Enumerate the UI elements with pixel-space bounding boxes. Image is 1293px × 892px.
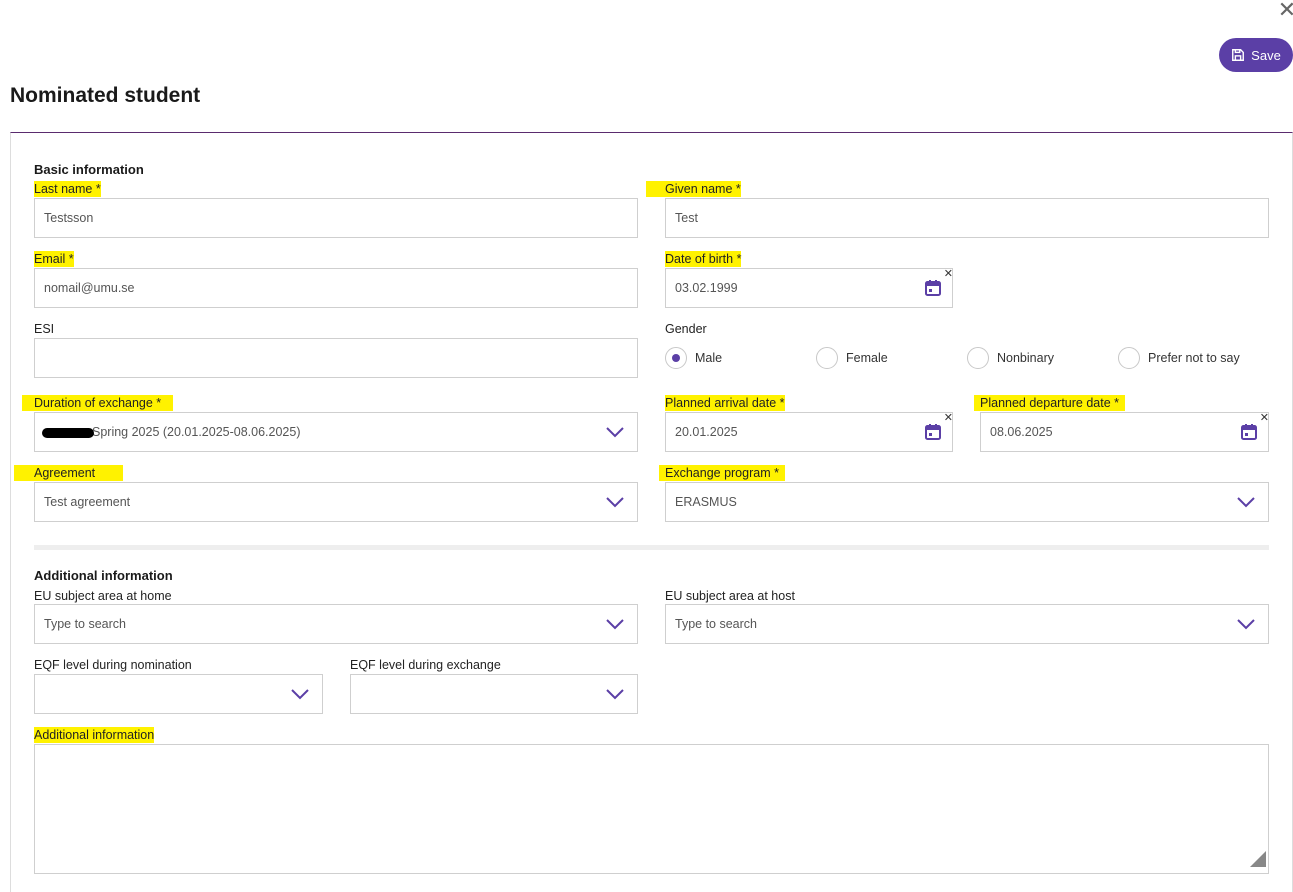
arrival-value: 20.01.2025 [675,425,738,439]
floppy-disk-icon [1232,49,1245,61]
gender-label: Gender [665,322,707,336]
section-title-additional: Additional information [34,568,173,583]
dob-label-text: Date of birth * [665,251,742,267]
departure-label-text: Planned departure date * [974,395,1125,411]
subject-home-label: EU subject area at home [34,589,172,603]
esi-label: ESI [34,322,55,336]
resize-handle-icon[interactable] [1250,851,1266,867]
redaction-mark [42,428,94,438]
additional-info-textarea[interactable] [34,744,1269,874]
subject-host-placeholder: Type to search [675,617,757,631]
page-title: Nominated student [10,84,201,107]
last-name-label: Last name * [34,181,101,197]
program-label: Exchange program * [659,465,785,481]
gender-option-label: Female [846,351,888,365]
departure-date-input[interactable]: 08.06.2025 ✕ [980,412,1269,452]
dob-input[interactable]: 03.02.1999 ✕ [665,268,953,308]
arrival-date-input[interactable]: 20.01.2025 ✕ [665,412,953,452]
chevron-down-icon[interactable] [605,425,625,439]
program-value: ERASMUS [675,495,737,509]
arrival-label-text: Planned arrival date * [665,395,785,411]
eqf-exchange-label: EQF level during exchange [350,658,501,672]
duration-label: Duration of exchange * [22,395,174,411]
radio-button[interactable] [665,347,687,369]
subject-host-label: EU subject area at host [665,589,795,603]
agreement-value: Test agreement [44,495,131,509]
dob-label: Date of birth * [665,251,742,267]
calendar-icon[interactable] [1240,423,1258,441]
given-name-input[interactable]: Test [665,198,1269,238]
save-button-label: Save [1251,47,1281,63]
clear-icon[interactable]: ✕ [944,413,953,424]
given-name-label-text: Given name * [646,181,741,197]
duration-select[interactable]: Spring 2025 (20.01.2025-08.06.2025) [34,412,638,452]
departure-value: 08.06.2025 [990,425,1053,439]
subject-home-placeholder: Type to search [44,617,126,631]
dob-value: 03.02.1999 [675,281,738,295]
chevron-down-icon[interactable] [290,687,310,701]
email-label: Email * [34,251,74,267]
duration-label-text: Duration of exchange * [22,395,174,411]
subject-host-select[interactable]: Type to search [665,604,1269,644]
section-divider [34,545,1269,550]
gender-option-label: Prefer not to say [1148,351,1240,365]
given-name-value: Test [675,211,698,225]
clear-icon[interactable]: ✕ [944,269,953,280]
last-name-label-text: Last name * [34,181,101,197]
departure-label: Planned departure date * [974,395,1125,411]
last-name-value: Testsson [44,211,94,225]
gender-option-nonbinary[interactable]: Nonbinary [967,347,1054,369]
chevron-down-icon[interactable] [1236,617,1256,631]
chevron-down-icon[interactable] [605,687,625,701]
eqf-nomination-label: EQF level during nomination [34,658,192,672]
program-label-text: Exchange program * [659,465,785,481]
subject-home-select[interactable]: Type to search [34,604,638,644]
additional-info-label: Additional information [34,727,155,743]
given-name-label: Given name * [646,181,741,197]
gender-option-male[interactable]: Male [665,347,722,369]
section-title-basic: Basic information [34,162,144,177]
esi-input[interactable] [34,338,638,378]
clear-icon[interactable]: ✕ [1260,413,1269,424]
agreement-select[interactable]: Test agreement [34,482,638,522]
chevron-down-icon[interactable] [1236,495,1256,509]
gender-option-prefer-not[interactable]: Prefer not to say [1118,347,1240,369]
additional-info-label-text: Additional information [34,727,155,743]
gender-option-female[interactable]: Female [816,347,888,369]
email-value: nomail@umu.se [44,281,135,295]
eqf-nomination-select[interactable] [34,674,323,714]
program-select[interactable]: ERASMUS [665,482,1269,522]
arrival-label: Planned arrival date * [665,395,785,411]
radio-button[interactable] [967,347,989,369]
email-label-text: Email * [34,251,74,267]
email-input[interactable]: nomail@umu.se [34,268,638,308]
agreement-label: Agreement [14,465,124,481]
agreement-label-text: Agreement [14,465,124,481]
radio-button[interactable] [816,347,838,369]
radio-button[interactable] [1118,347,1140,369]
save-button[interactable]: Save [1219,38,1293,72]
eqf-exchange-select[interactable] [350,674,638,714]
calendar-icon[interactable] [924,423,942,441]
calendar-icon[interactable] [924,279,942,297]
chevron-down-icon[interactable] [605,495,625,509]
gender-option-label: Nonbinary [997,351,1054,365]
gender-option-label: Male [695,351,723,365]
close-icon[interactable]: ✕ [1276,0,1293,22]
chevron-down-icon[interactable] [605,617,625,631]
last-name-input[interactable]: Testsson [34,198,638,238]
